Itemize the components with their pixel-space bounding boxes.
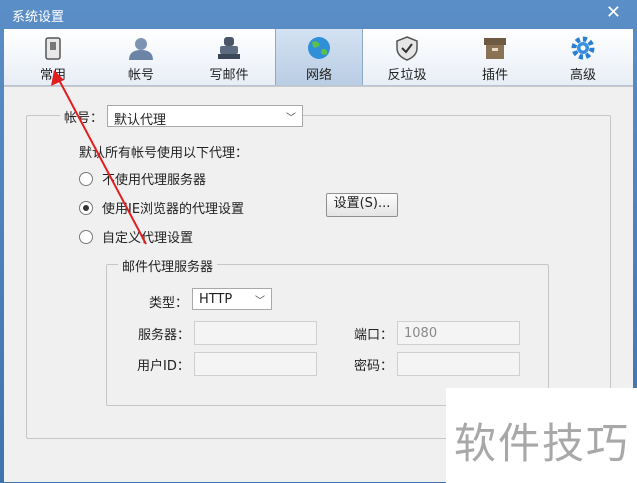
server-label: 服务器：	[138, 328, 191, 343]
tab-label: 帐号	[127, 68, 154, 83]
settings-toolbar: 常用 帐号 写邮件 网络 反垃圾 插件 高级	[4, 29, 633, 86]
user-id-label: 用户ID：	[137, 359, 190, 374]
radio-label: 自定义代理设置	[102, 231, 194, 246]
type-label: 类型：	[149, 296, 189, 311]
tab-label: 高级	[569, 68, 596, 83]
tab-label: 插件	[481, 68, 508, 83]
radio-label: 不使用代理服务器	[102, 173, 207, 188]
radio-button[interactable]	[79, 171, 93, 186]
user-icon	[129, 38, 153, 60]
tab-advanced[interactable]: 高级	[540, 29, 626, 85]
proxy-type-select[interactable]: HTTP ﹀	[192, 288, 272, 310]
password-label: 密码：	[354, 359, 394, 374]
proxy-description: 默认所有帐号使用以下代理：	[79, 146, 249, 161]
radio-no-proxy[interactable]: 不使用代理服务器	[79, 169, 207, 188]
radio-custom-proxy[interactable]: 自定义代理设置	[79, 227, 194, 246]
proxy-settings-button[interactable]: 设置(S)...	[326, 193, 398, 217]
account-proxy-value: 默认代理	[114, 113, 167, 128]
watermark-text: 软件技巧	[454, 419, 631, 468]
radio-label: 使用IE浏览器的代理设置	[102, 202, 245, 217]
phone-icon	[45, 37, 61, 60]
gear-icon	[571, 36, 595, 60]
tab-label: 反垃圾	[387, 68, 427, 83]
server-field[interactable]	[194, 321, 317, 345]
mail-proxy-group-title: 邮件代理服务器	[118, 256, 218, 275]
port-label: 端口：	[354, 328, 394, 343]
chevron-down-icon: ﹀	[255, 296, 265, 307]
user-id-field[interactable]	[194, 352, 317, 376]
globe-icon	[308, 37, 330, 59]
proxy-type-value: HTTP	[199, 292, 233, 307]
radio-ie-proxy[interactable]: 使用IE浏览器的代理设置	[79, 198, 245, 217]
tab-label: 常用	[39, 68, 66, 83]
radio-button[interactable]	[79, 200, 93, 215]
chevron-down-icon: ﹀	[286, 113, 296, 124]
tab-plugins[interactable]: 插件	[452, 29, 538, 85]
close-icon[interactable]: ✕	[606, 4, 621, 22]
port-field[interactable]: 1080	[397, 321, 520, 345]
tab-label: 网络	[305, 68, 332, 83]
password-field[interactable]	[397, 352, 520, 376]
stamp-icon	[218, 37, 240, 59]
tab-compose[interactable]: 写邮件	[186, 29, 272, 85]
account-label: 帐号：	[60, 107, 108, 126]
radio-button[interactable]	[79, 229, 93, 244]
tab-general[interactable]: 常用	[10, 29, 96, 85]
tab-antispam[interactable]: 反垃圾	[364, 29, 450, 85]
box-icon	[484, 38, 506, 59]
account-proxy-select[interactable]: 默认代理 ﹀	[107, 105, 303, 128]
settings-window: 系统设置 ✕ 常用 帐号 写邮件 网络 反垃圾 插件 高级 帐号： 默认代理 ﹀…	[0, 0, 637, 483]
shield-icon	[396, 36, 418, 61]
tab-account[interactable]: 帐号	[98, 29, 184, 85]
watermark: 软件技巧	[446, 388, 637, 483]
title-bar: 系统设置 ✕	[0, 0, 637, 28]
window-title: 系统设置	[12, 10, 65, 25]
tab-label: 写邮件	[209, 68, 249, 83]
tab-network[interactable]: 网络	[275, 29, 363, 85]
